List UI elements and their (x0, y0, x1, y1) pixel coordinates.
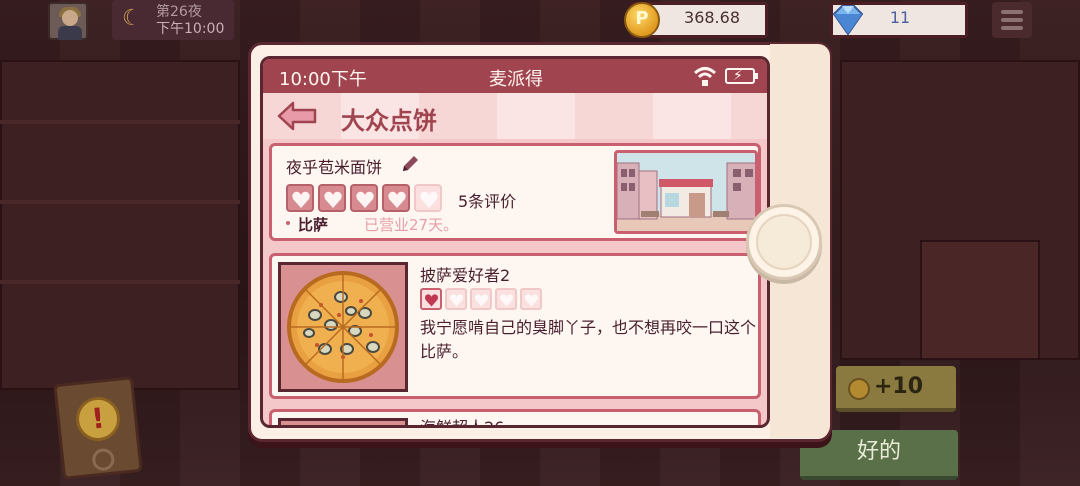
heart-icon-filled (350, 184, 378, 212)
wifi-icon (693, 67, 717, 86)
battery-bolt-icon: ⚡ (733, 68, 743, 84)
shop-rating (286, 184, 446, 212)
home-button-inner (756, 214, 812, 270)
heart-icon-filled (286, 184, 314, 212)
background-awning (920, 240, 1040, 360)
review-count: 5条评价 (458, 192, 517, 211)
alert-icon: ! (73, 394, 123, 444)
review-rating (420, 288, 545, 310)
night-clock-panel: ☾ 第26夜 下午10:00 (112, 0, 234, 40)
reward-value: +10 (874, 374, 924, 399)
pencil-icon[interactable] (400, 154, 420, 174)
order-alert-card[interactable]: ! (53, 376, 143, 480)
player-avatar[interactable] (48, 2, 88, 40)
pizza-image (278, 418, 408, 425)
pizza-image (278, 262, 408, 392)
days-open: 已营业27天。 (364, 216, 459, 234)
heart-icon-filled (318, 184, 346, 212)
shop-storefront-image (614, 150, 758, 234)
background-building-left (0, 60, 240, 390)
clock-label: 下午10:00 (156, 21, 225, 37)
phone-screen: 10:00下午 麦派得 ⚡ 大众点饼 夜乎苞米面饼 5条评价 比萨 已营业27天… (260, 56, 770, 428)
app-header: 大众点饼 (263, 93, 767, 139)
coin-icon: P (624, 2, 660, 38)
moon-icon: ☾ (122, 6, 142, 31)
shop-category: 比萨 (298, 216, 329, 234)
heart-icon-empty (520, 288, 542, 310)
coin-value: 368.68 (684, 8, 740, 27)
category-bullet (286, 221, 290, 225)
background-shelf (0, 280, 240, 284)
shop-info-card: 夜乎苞米面饼 5条评价 比萨 已营业27天。 (269, 143, 761, 241)
review-text: 我宁愿啃自己的臭脚丫子，也不想再咬一口这个比萨。 (420, 318, 757, 361)
heart-icon-filled (420, 288, 442, 310)
status-time: 10:00下午 (279, 69, 367, 90)
gem-icon (832, 5, 864, 36)
reviewer-name: 海鲜超人26 (420, 418, 505, 428)
reward-coin-icon (848, 378, 870, 400)
back-arrow-icon[interactable] (277, 101, 317, 131)
review-card: 海鲜超人26 (269, 409, 761, 428)
background-shelf (0, 120, 240, 124)
background-shelf (0, 200, 240, 204)
reviewer-name: 披萨爱好者2 (420, 266, 511, 285)
heart-icon-empty (445, 288, 467, 310)
app-title: 大众点饼 (341, 107, 437, 135)
review-card: 披萨爱好者2 我宁愿啃自己的臭脚丫子，也不想再咬一口这个比萨。 (269, 253, 761, 399)
shop-name: 夜乎苞米面饼 (286, 158, 383, 177)
heart-icon-empty (414, 184, 442, 212)
status-app-name: 麦派得 (489, 69, 543, 90)
menu-button[interactable] (992, 2, 1032, 38)
heart-icon-empty (470, 288, 492, 310)
heart-icon-filled (382, 184, 410, 212)
gem-value: 11 (889, 8, 911, 27)
menu-icon (1001, 10, 1023, 14)
alert-ring (91, 447, 116, 472)
heart-icon-empty (495, 288, 517, 310)
phone-status-bar: 10:00下午 麦派得 ⚡ (263, 59, 767, 93)
